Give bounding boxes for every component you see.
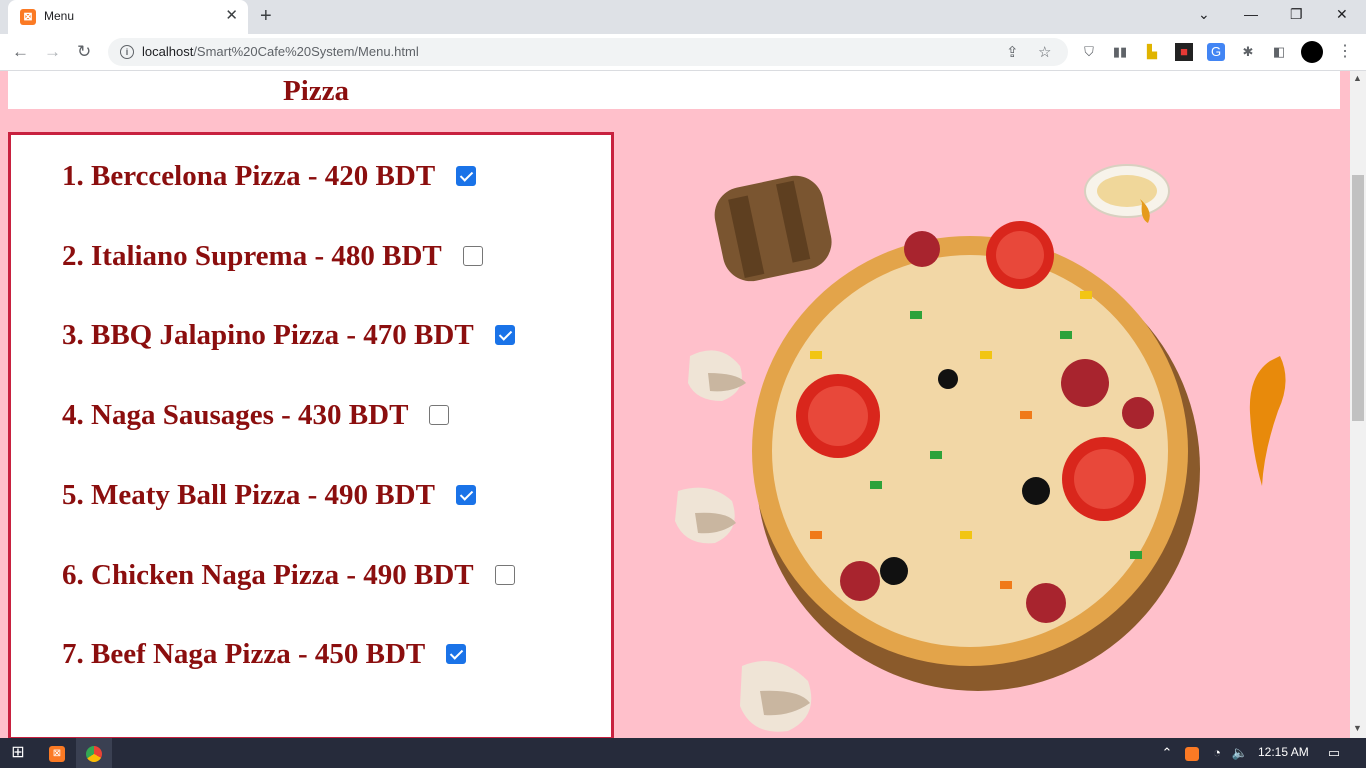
menu-item-checkbox[interactable]	[429, 405, 450, 425]
pizza-image	[675, 164, 1286, 732]
menu-item-checkbox[interactable]	[494, 565, 515, 585]
pizza-pie-image	[752, 221, 1188, 666]
chrome-taskbar-icon[interactable]	[76, 738, 112, 768]
profile-avatar[interactable]	[1301, 41, 1323, 63]
chili-drip-image	[1249, 356, 1286, 486]
address-bar[interactable]: i localhost/Smart%20Cafe%20System/Menu.h…	[108, 38, 1068, 66]
share-icon[interactable]: ⇪	[1006, 43, 1019, 61]
browser-toolbar: ← → ↻ i localhost/Smart%20Cafe%20System/…	[0, 34, 1366, 71]
tab-search-icon[interactable]: ⌄	[1198, 6, 1210, 23]
new-tab-button[interactable]: +	[260, 5, 272, 27]
tab-title: Menu	[44, 9, 75, 23]
page-scrollbar[interactable]: ▲ ▼	[1350, 71, 1366, 738]
mushroom-image	[688, 350, 746, 401]
puzzle-extensions-icon[interactable]: ✱	[1239, 43, 1257, 61]
url-path: /Smart%20Cafe%20System/Menu.html	[193, 44, 419, 59]
tray-chevron-icon[interactable]: ⌃	[1158, 738, 1176, 768]
red-extension-icon[interactable]: ■	[1175, 43, 1193, 61]
xampp-tray-icon[interactable]	[1183, 738, 1201, 768]
url-host: localhost	[142, 44, 194, 59]
menu-item: 4. Naga Sausages - 430 BDT	[62, 395, 450, 435]
mushroom-image	[675, 487, 736, 544]
menu-item: 2. Italiano Suprema - 480 BDT	[62, 236, 483, 276]
scroll-down-icon[interactable]: ▼	[1353, 723, 1362, 733]
menu-item: 1. Berccelona Pizza - 420 BDT	[62, 156, 477, 196]
menu-item: 5. Meaty Ball Pizza - 490 BDT	[62, 475, 476, 515]
volume-icon[interactable]: 🔈	[1230, 738, 1250, 768]
menu-item-label: 2. Italiano Suprema - 480 BDT	[62, 239, 442, 272]
translate-extension-icon[interactable]: G	[1207, 43, 1225, 61]
sauce-bowl-image	[1084, 164, 1170, 223]
mushroom-image	[740, 661, 812, 732]
menu-item: 7. Beef Naga Pizza - 450 BDT	[62, 634, 467, 674]
menu-item-label: 3. BBQ Jalapino Pizza - 470 BDT	[62, 318, 474, 351]
menu-item-checkbox[interactable]	[456, 166, 477, 186]
menu-item-label: 1. Berccelona Pizza - 420 BDT	[62, 159, 436, 192]
windows-taskbar: ⊞ ⊠ ⌃ ◔ 🔈 12:15 AM ▭	[0, 738, 1366, 768]
bars-extension-icon[interactable]: ▮▮	[1111, 43, 1129, 61]
xampp-taskbar-icon[interactable]: ⊠	[42, 738, 72, 768]
info-icon[interactable]: i	[120, 45, 134, 59]
url-text[interactable]: localhost/Smart%20Cafe%20System/Menu.htm…	[142, 44, 419, 59]
bookmark-star-icon[interactable]: ☆	[1038, 43, 1051, 61]
kebab-menu-icon[interactable]: ⋮	[1337, 41, 1353, 61]
back-icon[interactable]: ←	[12, 42, 29, 62]
windows-start-icon[interactable]: ⊞	[0, 738, 36, 768]
menu-item-label: 5. Meaty Ball Pizza - 490 BDT	[62, 478, 435, 511]
browser-tab[interactable]: ⊠ Menu ✕	[8, 0, 248, 34]
menu-item-checkbox[interactable]	[494, 325, 515, 345]
forward-icon[interactable]: →	[44, 42, 61, 62]
menu-item-checkbox[interactable]	[462, 246, 483, 266]
wifi-icon[interactable]: ◔	[1208, 738, 1226, 768]
menu-item-checkbox[interactable]	[455, 485, 476, 505]
browser-tab-bar: ⊠ Menu ✕ + ⌄ — ❐ ✕	[0, 0, 1366, 34]
section-header: Pizza	[8, 71, 1340, 109]
reload-icon[interactable]: ↻	[77, 42, 91, 62]
scroll-up-icon[interactable]: ▲	[1353, 73, 1362, 83]
shield-extension-icon[interactable]: ⛉	[1080, 43, 1098, 61]
close-window-button[interactable]: ✕	[1336, 6, 1348, 23]
pepper-grinder-image	[714, 175, 832, 282]
menu-item: 6. Chicken Naga Pizza - 490 BDT	[62, 555, 515, 595]
restore-button[interactable]: ❐	[1290, 6, 1303, 23]
menu-item-checkbox[interactable]	[446, 644, 467, 664]
section-title: Pizza	[283, 75, 350, 107]
menu-item-label: 7. Beef Naga Pizza - 450 BDT	[62, 637, 426, 670]
notification-icon[interactable]: ▭	[1322, 738, 1346, 768]
chart-extension-icon[interactable]: ▙	[1143, 43, 1161, 61]
menu-item-label: 4. Naga Sausages - 430 BDT	[62, 398, 409, 431]
taskbar-clock[interactable]: 12:15 AM	[1258, 745, 1309, 759]
close-tab-button[interactable]: ✕	[225, 7, 238, 25]
menu-item: 3. BBQ Jalapino Pizza - 470 BDT	[62, 315, 515, 355]
page-content: Pizza 1. Berccelona Pizza - 420 BDT 2. I…	[0, 71, 1350, 738]
minimize-button[interactable]: —	[1244, 6, 1258, 22]
xampp-icon: ⊠	[20, 9, 36, 25]
pizza-menu-list: 1. Berccelona Pizza - 420 BDT 2. Italian…	[8, 132, 614, 738]
menu-item-label: 6. Chicken Naga Pizza - 490 BDT	[62, 558, 474, 591]
scroll-thumb[interactable]	[1352, 175, 1364, 421]
side-panel-icon[interactable]: ◧	[1270, 43, 1288, 61]
